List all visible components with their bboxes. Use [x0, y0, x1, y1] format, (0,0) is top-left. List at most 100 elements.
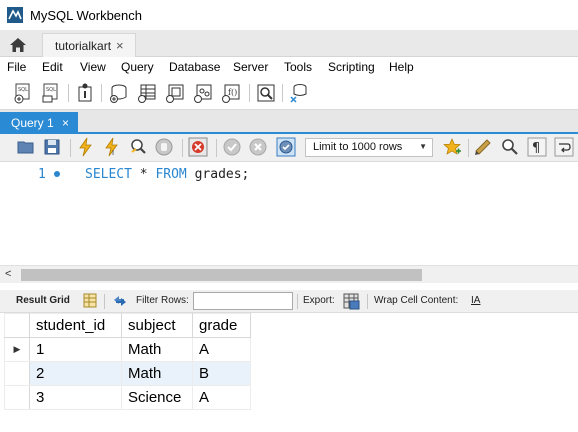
reconnect-icon[interactable] [288, 82, 310, 104]
row-header [4, 385, 30, 410]
toolbar-separator [182, 139, 183, 157]
menu-database[interactable]: Database [169, 60, 220, 74]
toolbar-separator [367, 294, 368, 309]
create-table-icon[interactable] [136, 82, 158, 104]
scrollbar-thumb[interactable] [21, 269, 422, 281]
beautify-icon[interactable] [473, 137, 493, 157]
table-row[interactable]: 2 Math B [4, 361, 251, 386]
filter-rows-label: Filter Rows: [136, 295, 189, 306]
menu-edit[interactable]: Edit [42, 60, 63, 74]
menu-view[interactable]: View [80, 60, 106, 74]
execute-current-statement-icon[interactable]: I [102, 137, 122, 157]
svg-text:¶: ¶ [532, 141, 540, 156]
stop-icon[interactable] [154, 137, 174, 157]
result-grid[interactable]: student_id subject grade ▶ 1 Math A 2 Ma… [4, 313, 251, 410]
open-sql-script-icon[interactable]: SQL [40, 82, 62, 104]
sql-editor[interactable]: 1 SELECT * FROM grades; [0, 162, 578, 265]
row-header [4, 361, 30, 386]
svg-text:I: I [112, 149, 114, 157]
current-row-marker-icon: ▶ [4, 337, 30, 362]
export-label: Export: [303, 295, 335, 306]
menu-tools[interactable]: Tools [284, 60, 312, 74]
svg-text:SQL: SQL [46, 87, 56, 93]
sql-table-name: grades; [194, 167, 250, 182]
title-bar: MySQL Workbench [0, 0, 578, 30]
wrap-cell-content-icon[interactable]: IA [471, 295, 480, 306]
table-row[interactable]: 3 Science A [4, 385, 251, 410]
new-sql-tab-icon[interactable]: SQL [12, 82, 34, 104]
query-tab-bar: Query 1 × [0, 110, 578, 134]
cell-student-id[interactable]: 1 [29, 337, 122, 362]
create-function-icon[interactable]: f() [220, 82, 242, 104]
commit-icon[interactable] [222, 137, 242, 157]
stop-on-error-icon[interactable] [188, 137, 208, 157]
refresh-icon[interactable] [111, 292, 129, 310]
open-folder-icon[interactable] [16, 137, 36, 157]
column-header-subject[interactable]: subject [121, 313, 193, 338]
sql-statement-line[interactable]: SELECT * FROM grades; [85, 167, 249, 182]
cell-subject[interactable]: Science [121, 385, 193, 410]
cell-subject[interactable]: Math [121, 361, 193, 386]
toolbar-separator [101, 84, 102, 102]
row-header-corner [4, 313, 30, 338]
statement-marker-icon [54, 171, 60, 177]
editor-horizontal-scrollbar[interactable]: < [0, 265, 578, 283]
toolbar-separator [297, 294, 298, 309]
add-snippet-icon[interactable] [442, 137, 462, 157]
home-icon[interactable] [5, 34, 31, 56]
invisible-characters-icon[interactable]: ¶ [527, 137, 547, 157]
query-tab-close-icon[interactable]: × [62, 116, 69, 130]
toolbar-separator [249, 84, 250, 102]
column-header-grade[interactable]: grade [192, 313, 251, 338]
execute-icon[interactable] [76, 137, 96, 157]
svg-text:f(): f() [228, 88, 237, 97]
toolbar-separator [468, 139, 469, 157]
create-procedure-icon[interactable] [192, 82, 214, 104]
menu-bar: File Edit View Query Database Server Too… [0, 57, 578, 78]
grid-view-icon[interactable] [82, 292, 99, 309]
connection-tab-close-icon[interactable]: × [116, 38, 124, 53]
wrap-lines-icon[interactable] [554, 137, 574, 157]
menu-query[interactable]: Query [121, 60, 154, 74]
export-icon[interactable] [342, 292, 361, 310]
create-view-icon[interactable] [164, 82, 186, 104]
explain-icon[interactable] [128, 137, 148, 157]
window-title: MySQL Workbench [30, 8, 142, 23]
inspector-icon[interactable] [74, 82, 96, 104]
menu-file[interactable]: File [7, 60, 26, 74]
chevron-down-icon: ▼ [419, 142, 427, 151]
search-table-data-icon[interactable] [255, 82, 277, 104]
find-icon[interactable] [500, 137, 520, 157]
column-header-student-id[interactable]: student_id [29, 313, 122, 338]
limit-rows-value: Limit to 1000 rows [313, 141, 403, 153]
cell-grade[interactable]: B [192, 361, 251, 386]
scroll-left-arrow-icon[interactable]: < [5, 268, 11, 280]
toolbar-separator [70, 139, 71, 157]
create-schema-icon[interactable] [108, 82, 130, 104]
cell-student-id[interactable]: 2 [29, 361, 122, 386]
cell-grade[interactable]: A [192, 337, 251, 362]
connection-tab[interactable]: tutorialkart × [42, 33, 136, 57]
query-tab[interactable]: Query 1 × [0, 112, 78, 134]
menu-help[interactable]: Help [389, 60, 414, 74]
cell-student-id[interactable]: 3 [29, 385, 122, 410]
autocommit-toggle-icon[interactable] [276, 137, 296, 157]
line-number: 1 [38, 167, 46, 182]
save-icon[interactable] [42, 137, 62, 157]
main-toolbar: SQL SQL f() [0, 78, 578, 110]
cell-subject[interactable]: Math [121, 337, 193, 362]
table-row[interactable]: ▶ 1 Math A [4, 337, 251, 362]
menu-scripting[interactable]: Scripting [328, 60, 375, 74]
menu-server[interactable]: Server [233, 60, 268, 74]
sql-editor-toolbar: I Limit to 1000 rows ▼ ¶ [0, 134, 578, 162]
sql-keyword-select: SELECT [85, 167, 132, 182]
cell-grade[interactable]: A [192, 385, 251, 410]
connection-tab-strip: tutorialkart × [0, 30, 578, 57]
toolbar-separator [104, 294, 105, 309]
filter-rows-input[interactable] [193, 292, 293, 310]
result-toolbar: Result Grid Filter Rows: Export: Wrap Ce… [0, 290, 578, 313]
limit-rows-select[interactable]: Limit to 1000 rows ▼ [305, 138, 433, 157]
rollback-icon[interactable] [248, 137, 268, 157]
svg-text:SQL: SQL [18, 87, 28, 93]
result-grid-tab[interactable]: Result Grid [16, 295, 70, 306]
